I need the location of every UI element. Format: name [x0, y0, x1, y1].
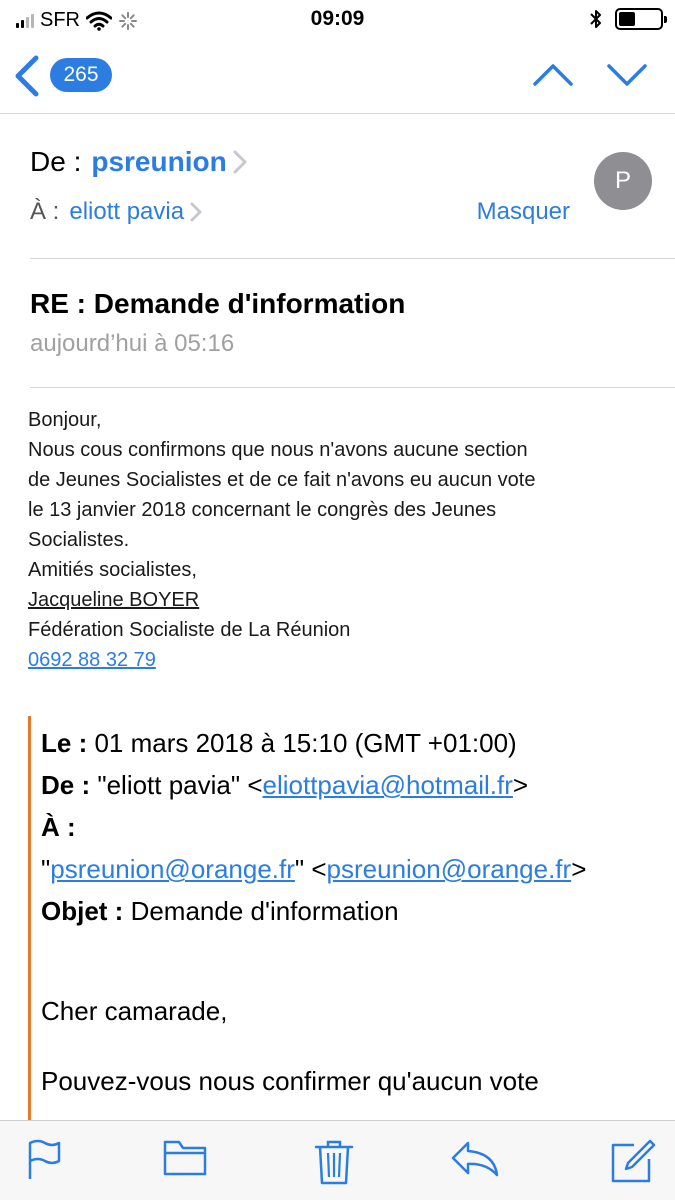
quoted-to-open: ": [41, 854, 51, 884]
recipient-name[interactable]: eliott pavia: [69, 198, 184, 226]
back-chevron-icon[interactable]: [12, 54, 42, 98]
to-row: À : eliott pavia: [30, 198, 202, 226]
flag-icon[interactable]: [26, 1139, 62, 1181]
body-line: Nous cous confirmons que nous n'avons au…: [28, 439, 528, 461]
reply-icon[interactable]: [450, 1139, 500, 1179]
quoted-message: Le : 01 mars 2018 à 15:10 (GMT +01:00) D…: [28, 716, 675, 1120]
to-label: À :: [30, 198, 60, 225]
quoted-from-line: De : "eliott pavia" <eliottpavia@hotmail…: [41, 764, 675, 806]
quoted-subject-label: Objet :: [41, 896, 124, 926]
battery-fill: [619, 12, 635, 26]
bluetooth-icon: [590, 10, 601, 28]
quoted-to-close: >: [571, 854, 587, 884]
body-line: de Jeunes Socialistes et de ce fait n'av…: [28, 469, 536, 491]
quoted-subject-line: Objet : Demande d'information: [41, 890, 675, 932]
subject-divider: [30, 387, 675, 388]
quoted-from-name: "eliott pavia" <: [90, 770, 263, 800]
quoted-subject-value: Demande d'information: [123, 896, 399, 926]
previous-message-icon[interactable]: [532, 60, 574, 90]
body-greeting: Bonjour,: [28, 409, 102, 431]
folder-icon[interactable]: [163, 1139, 207, 1177]
sender-avatar[interactable]: P: [594, 152, 652, 210]
message-subject: RE : Demande d'information: [30, 288, 406, 319]
quoted-date-label: Le :: [41, 728, 88, 758]
hide-details-button[interactable]: Masquer: [477, 198, 570, 226]
from-label: De :: [30, 146, 82, 177]
status-bar: SFR 09:09: [0, 0, 675, 38]
body-line: Socialistes.: [28, 529, 130, 551]
navigation-bar: 265: [0, 38, 675, 114]
next-message-icon[interactable]: [606, 60, 648, 90]
quoted-from-email-link[interactable]: eliottpavia@hotmail.fr: [263, 770, 513, 800]
message-date: aujourd’hui à 05:16: [30, 330, 235, 357]
quoted-to-email-link[interactable]: psreunion@orange.fr: [50, 854, 295, 884]
status-right: [589, 8, 667, 30]
battery-icon: [615, 8, 667, 30]
from-row: De : psreunion: [30, 146, 247, 178]
sender-name[interactable]: psreunion: [91, 146, 226, 178]
status-time: 09:09: [310, 7, 365, 30]
chevron-right-icon: [233, 150, 247, 174]
trash-icon[interactable]: [314, 1139, 354, 1185]
quoted-to-mid: " <: [294, 854, 327, 884]
message-body: Bonjour, Nous cous confirmons que nous n…: [28, 405, 648, 675]
bottom-toolbar: [0, 1120, 675, 1200]
compose-icon[interactable]: [610, 1139, 656, 1185]
chevron-right-icon: [190, 202, 202, 222]
signature-name: Jacqueline BOYER: [28, 589, 200, 611]
quoted-text-line: Pouvez-vous nous confirmer qu'aucun vote: [41, 1066, 539, 1096]
signature-phone-link[interactable]: 0692 88 32 79: [28, 649, 156, 671]
quoted-salutation: Cher camarade,: [41, 996, 228, 1026]
body-line: le 13 janvier 2018 concernant le congrès…: [28, 499, 497, 521]
quoted-to-label: À :: [41, 812, 76, 842]
header-divider: [30, 258, 675, 259]
body-closing: Amitiés socialistes,: [28, 559, 197, 581]
quoted-to-email-link-2[interactable]: psreunion@orange.fr: [327, 854, 572, 884]
unread-count-badge[interactable]: 265: [50, 58, 112, 92]
quoted-date-value: 01 mars 2018 à 15:10 (GMT +01:00): [87, 728, 517, 758]
quoted-to-label-line: À :: [41, 806, 675, 848]
quoted-from-label: De :: [41, 770, 91, 800]
quoted-date-line: Le : 01 mars 2018 à 15:10 (GMT +01:00): [41, 722, 675, 764]
quoted-from-close: >: [512, 770, 529, 800]
quoted-to-line: "psreunion@orange.fr" <psreunion@orange.…: [41, 848, 675, 890]
signature-organization: Fédération Socialiste de La Réunion: [28, 619, 351, 641]
